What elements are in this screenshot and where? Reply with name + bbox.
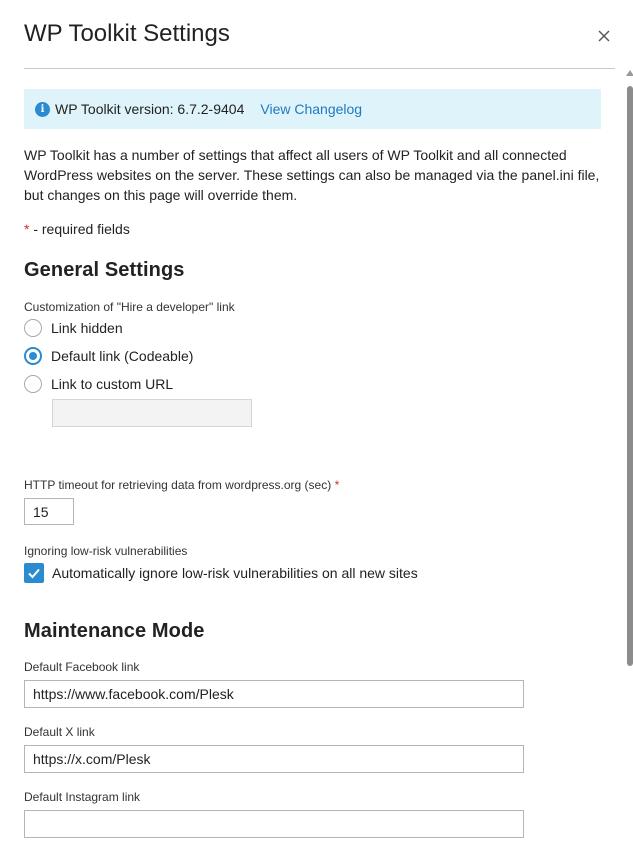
http-timeout-label-text: HTTP timeout for retrieving data from wo… — [24, 478, 332, 492]
settings-dialog: WP Toolkit Settings i WP Toolkit version… — [0, 0, 633, 857]
required-asterisk: * — [334, 478, 340, 492]
instagram-link-label: Default Instagram link — [24, 790, 141, 804]
ignore-vuln-checkbox-row[interactable]: Automatically ignore low-risk vulnerabil… — [24, 563, 418, 583]
settings-description: WP Toolkit has a number of settings that… — [24, 147, 600, 203]
view-changelog-link[interactable]: View Changelog — [260, 101, 362, 117]
general-settings-heading: General Settings — [24, 259, 185, 281]
facebook-link-input[interactable]: https://www.facebook.com/Plesk — [24, 680, 524, 708]
checkmark-icon — [28, 568, 40, 579]
version-text: WP Toolkit version: 6.7.2-9404 — [55, 101, 245, 117]
required-fields-note: * - required fields — [24, 221, 130, 237]
radio-label: Link hidden — [51, 320, 123, 336]
x-link-label: Default X link — [24, 725, 95, 739]
radio-default-link[interactable]: Default link (Codeable) — [24, 346, 193, 366]
radio-button[interactable] — [24, 319, 42, 337]
close-icon[interactable] — [594, 26, 614, 46]
scroll-up-icon[interactable] — [626, 70, 633, 76]
title-divider — [24, 68, 615, 69]
dialog-title: WP Toolkit Settings — [24, 20, 230, 47]
radio-label: Default link (Codeable) — [51, 348, 194, 364]
close-button[interactable] — [594, 26, 614, 46]
radio-link-hidden[interactable]: Link hidden — [24, 318, 123, 338]
http-timeout-label: HTTP timeout for retrieving data from wo… — [24, 478, 339, 492]
radio-button[interactable] — [24, 375, 42, 393]
radio-label: Link to custom URL — [51, 376, 174, 392]
radio-custom-url[interactable]: Link to custom URL — [24, 374, 173, 394]
radio-button-checked[interactable] — [24, 347, 42, 365]
maintenance-mode-heading: Maintenance Mode — [24, 620, 205, 642]
info-icon: i — [35, 101, 50, 117]
http-timeout-input[interactable]: 15 — [24, 498, 74, 525]
ignore-vuln-checkbox-label: Automatically ignore low-risk vulnerabil… — [52, 565, 418, 581]
hire-developer-label: Customization of "Hire a developer" link — [24, 300, 235, 314]
instagram-link-input[interactable] — [24, 810, 524, 838]
scrollbar-thumb[interactable] — [627, 86, 633, 666]
ignore-vuln-checkbox[interactable] — [24, 563, 44, 583]
x-link-input[interactable]: https://x.com/Plesk — [24, 745, 524, 773]
required-note-text: - required fields — [29, 221, 130, 237]
custom-url-input[interactable] — [52, 399, 252, 427]
facebook-link-label: Default Facebook link — [24, 660, 140, 674]
low-risk-vuln-label: Ignoring low-risk vulnerabilities — [24, 544, 188, 558]
version-info-box: i WP Toolkit version: 6.7.2-9404 View Ch… — [24, 89, 601, 129]
